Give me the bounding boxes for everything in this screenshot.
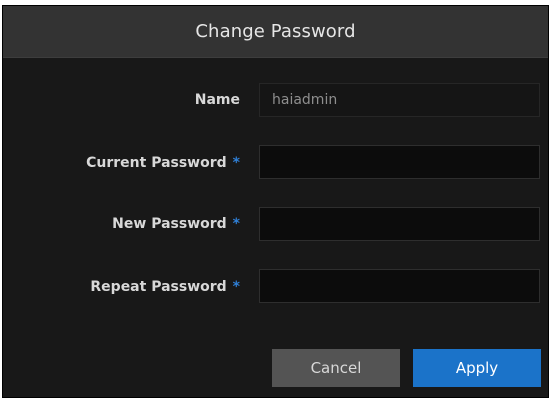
dialog-title: Change Password — [195, 21, 356, 42]
name-field[interactable] — [259, 83, 540, 117]
apply-button[interactable]: Apply — [413, 349, 541, 387]
name-label: Name — [194, 92, 240, 108]
required-indicator: * — [232, 279, 240, 295]
required-indicator: * — [232, 155, 240, 171]
change-password-dialog: Change Password Name Current Password* N… — [2, 5, 549, 398]
repeat-password-label: Repeat Password * — [90, 279, 240, 295]
new-password-field[interactable] — [259, 207, 540, 241]
required-indicator: * — [232, 216, 240, 232]
current-password-field[interactable] — [259, 145, 540, 179]
repeat-password-field[interactable] — [259, 269, 540, 303]
cancel-button[interactable]: Cancel — [272, 349, 400, 387]
new-password-label: New Password * — [112, 216, 240, 232]
dialog-header: Change Password — [3, 6, 548, 58]
current-password-label: Current Password * — [86, 155, 240, 171]
